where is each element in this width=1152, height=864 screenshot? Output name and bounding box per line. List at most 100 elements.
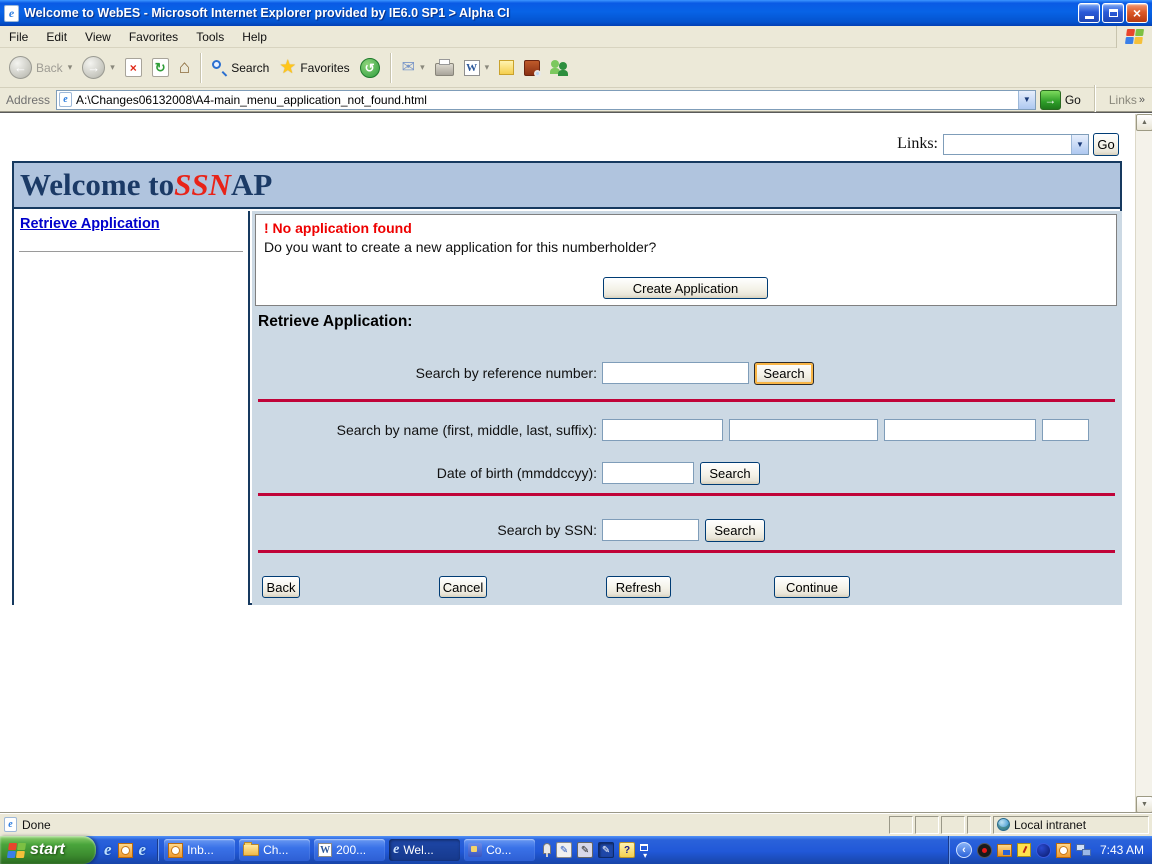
name-dob-search-button[interactable]: Search [700, 462, 760, 485]
address-bar: Address e A:\Changes06132008\A4-main_men… [0, 88, 1152, 112]
edit-with-word-button[interactable]: W ▾ [459, 57, 495, 79]
start-button[interactable]: start [0, 836, 96, 864]
edit-dropdown-icon[interactable]: ▾ [485, 62, 490, 73]
links-overflow-icon[interactable]: » [1139, 94, 1145, 106]
langbar-restore-icon[interactable] [640, 844, 648, 851]
print-button[interactable] [430, 56, 459, 79]
ssnap-panel: Welcome to SSNAP Retrieve Application ! … [12, 161, 1122, 605]
taskbar-clock[interactable]: 7:43 AM [1100, 843, 1144, 857]
taskbar-task-inbox[interactable]: Inb... [164, 839, 235, 861]
first-name-input[interactable] [602, 419, 723, 441]
continue-button[interactable]: Continue [774, 576, 850, 598]
suffix-input[interactable] [1042, 419, 1089, 441]
menu-bar: File Edit View Favorites Tools Help [0, 26, 1152, 48]
home-button[interactable]: ⌂ [174, 55, 195, 80]
vertical-scrollbar[interactable]: ▲ ▼ [1135, 114, 1152, 813]
messenger-button[interactable] [545, 56, 574, 79]
quick-launch-notes-icon[interactable] [118, 843, 133, 858]
search-button[interactable]: Search [207, 57, 274, 78]
page-links-go-button[interactable]: Go [1093, 133, 1119, 156]
quick-launch-ie2-icon[interactable]: e [139, 840, 147, 860]
page-links-select[interactable]: ▼ [943, 134, 1089, 155]
taskbar-task-webes[interactable]: e Wel... [389, 839, 460, 861]
back-icon: ← [9, 56, 32, 79]
back-dropdown-icon[interactable]: ▾ [68, 62, 73, 73]
menu-file[interactable]: File [0, 28, 37, 46]
form-heading: Retrieve Application: [258, 313, 412, 331]
favorites-button[interactable]: ★ Favorites [274, 55, 354, 80]
minimize-button[interactable] [1078, 3, 1100, 23]
last-name-input[interactable] [884, 419, 1036, 441]
menu-help[interactable]: Help [233, 28, 276, 46]
taskbar-task-changes-folder[interactable]: Ch... [239, 839, 310, 861]
search-icon [212, 60, 227, 75]
status-page-icon: e [4, 817, 17, 832]
hide-icons-button[interactable]: ‹ [956, 842, 972, 858]
word-task-icon: W [318, 843, 332, 857]
research-button[interactable] [519, 57, 545, 79]
middle-name-input[interactable] [729, 419, 878, 441]
back-action-button[interactable]: Back [262, 576, 300, 598]
address-input[interactable]: e A:\Changes06132008\A4-main_menu_applic… [56, 90, 1036, 110]
menu-tools[interactable]: Tools [187, 28, 233, 46]
select-dropdown-icon[interactable]: ▼ [1071, 135, 1088, 154]
network-globe-tray-icon[interactable] [1036, 843, 1051, 858]
status-pane [941, 816, 965, 834]
menu-edit[interactable]: Edit [37, 28, 76, 46]
langbar-options-icon[interactable]: ▾ [643, 851, 647, 860]
menu-view[interactable]: View [76, 28, 120, 46]
network-tray-icon[interactable] [1076, 844, 1091, 856]
writing-pad-icon[interactable]: ✎ [556, 842, 572, 858]
stop-icon: × [130, 61, 137, 75]
reference-input[interactable] [602, 362, 749, 384]
microphone-icon[interactable] [543, 843, 551, 854]
create-application-button[interactable]: Create Application [603, 277, 768, 299]
note-icon [499, 60, 514, 75]
mail-button[interactable]: ✉ ▾ [397, 57, 430, 79]
pen-tool-icon[interactable]: ✎ [577, 842, 593, 858]
links-toolbar-label[interactable]: Links [1109, 93, 1137, 107]
refresh-action-button[interactable]: Refresh [606, 576, 671, 598]
status-text: Done [22, 818, 51, 832]
forward-button[interactable]: → ▾ [77, 53, 120, 82]
scroll-up-icon[interactable]: ▲ [1136, 114, 1152, 131]
monitor-tray-icon[interactable] [1017, 843, 1031, 857]
home-icon: ⌂ [179, 58, 190, 77]
cancel-button[interactable]: Cancel [439, 576, 487, 598]
discuss-button[interactable] [494, 57, 519, 78]
notes-task-icon [168, 843, 183, 858]
sidebar: Retrieve Application [14, 211, 250, 605]
scroll-down-icon[interactable]: ▼ [1136, 796, 1152, 813]
history-button[interactable]: ↺ [355, 55, 385, 81]
help-icon[interactable]: ? [619, 842, 635, 858]
dob-input[interactable] [602, 462, 694, 484]
folder-task-icon [243, 844, 259, 856]
stop-button[interactable]: × [120, 55, 147, 80]
go-button-label[interactable]: Go [1065, 93, 1081, 107]
sidebar-divider [19, 251, 243, 252]
restore-button[interactable] [1102, 3, 1124, 23]
message-body: Do you want to create a new application … [264, 239, 1108, 255]
back-button[interactable]: ← Back ▾ [4, 53, 77, 82]
ssn-search-button[interactable]: Search [705, 519, 765, 542]
ie-task-icon: e [393, 842, 399, 858]
go-button-icon[interactable]: → [1040, 90, 1061, 110]
ie-window: e Welcome to WebES - Microsoft Internet … [0, 0, 1152, 864]
forward-dropdown-icon[interactable]: ▾ [110, 62, 115, 73]
sidebar-link-retrieve-application[interactable]: Retrieve Application [20, 216, 160, 232]
close-button[interactable]: × [1126, 3, 1148, 23]
reference-search-button[interactable]: Search [754, 362, 814, 385]
ink-tool-icon[interactable]: ✎ [598, 842, 614, 858]
page-title: Welcome to SSNAP [14, 163, 1120, 209]
taskbar-task-word-document[interactable]: W 200... [314, 839, 385, 861]
menu-favorites[interactable]: Favorites [120, 28, 187, 46]
address-dropdown-icon[interactable]: ▼ [1018, 91, 1035, 109]
mail-dropdown-icon[interactable]: ▾ [420, 62, 425, 73]
quick-launch-ie-icon[interactable]: e [104, 840, 112, 860]
taskbar-task-co[interactable]: Co... [464, 839, 535, 861]
antivirus-tray-icon[interactable] [977, 843, 992, 858]
sync-tray-icon[interactable] [997, 844, 1012, 857]
ssn-input[interactable] [602, 519, 699, 541]
clock-tray-icon[interactable] [1056, 843, 1071, 858]
refresh-button[interactable]: ↻ [147, 55, 174, 80]
